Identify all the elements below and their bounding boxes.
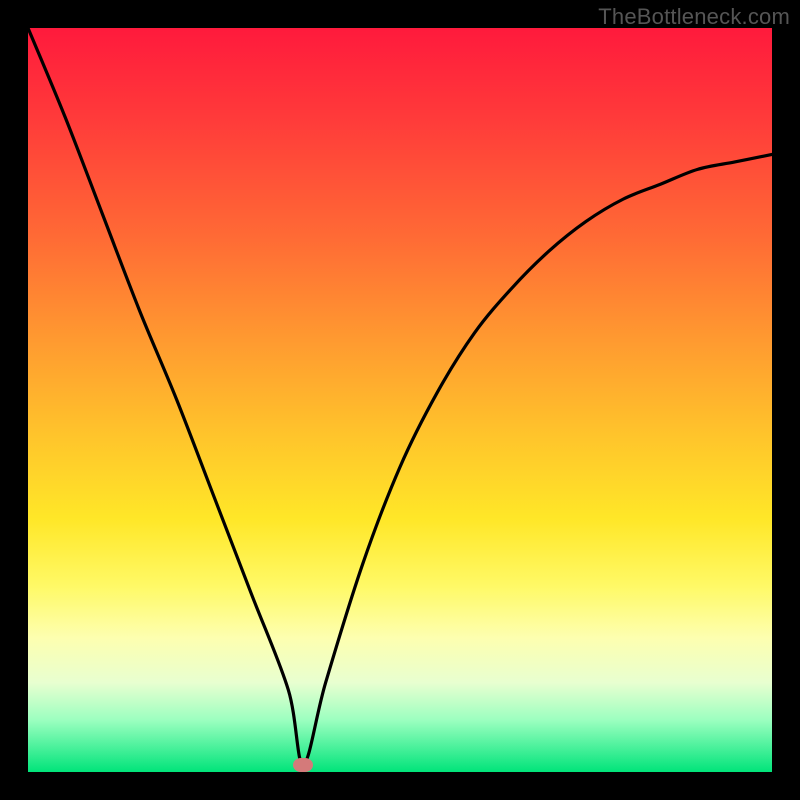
plot-area [28,28,772,772]
bottleneck-curve [28,28,772,772]
watermark-text: TheBottleneck.com [598,4,790,30]
bottleneck-marker [293,758,313,772]
chart-frame: TheBottleneck.com [0,0,800,800]
